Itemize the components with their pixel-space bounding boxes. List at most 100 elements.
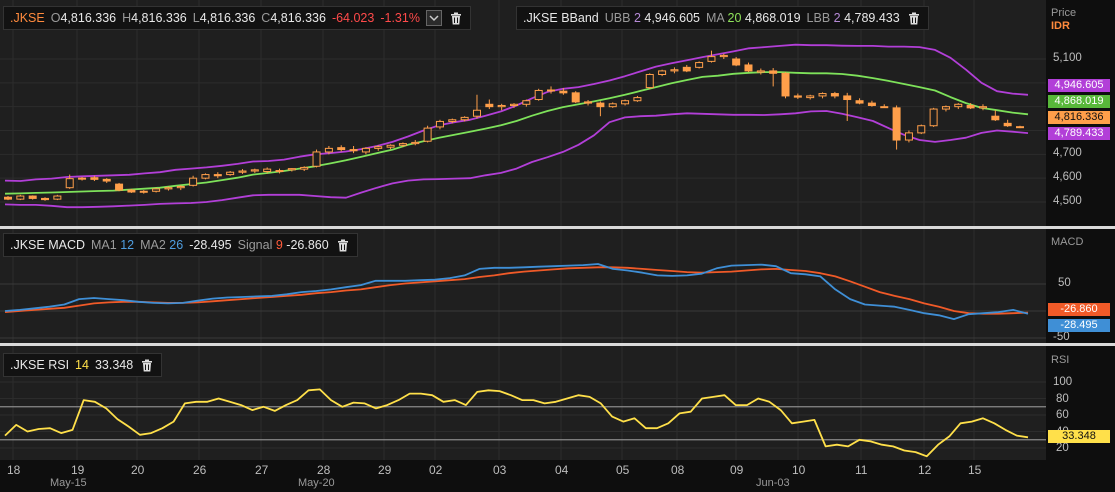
rsi-tick: 80 [1056, 393, 1069, 405]
candle-body [510, 103, 518, 106]
candle-body [571, 92, 580, 103]
symbol-label: .JKSE [10, 11, 45, 25]
candle-body [53, 195, 62, 200]
x-tick: 02 [429, 463, 443, 477]
ubb-tag: 4,946.605 [1048, 79, 1110, 92]
candle-body [645, 73, 654, 89]
candle-body [917, 125, 926, 134]
macd-axis-title: MACD [1051, 236, 1084, 248]
rsi-legend: .JKSE RSI 14 33.348 [3, 353, 163, 377]
candle-body [349, 149, 358, 152]
candle-body [164, 187, 173, 190]
trash-icon[interactable] [906, 10, 922, 26]
candle-body [559, 90, 568, 94]
candle-body [892, 107, 901, 141]
signal-tag: -26.860 [1048, 303, 1110, 316]
candle-body [769, 70, 778, 74]
candle-body [855, 100, 864, 104]
rsi-tag: 33.348 [1048, 430, 1110, 443]
rsi-symbol-label: .JKSE RSI [10, 358, 70, 372]
price-tick: 4,500 [1053, 195, 1082, 207]
candle-body [238, 170, 247, 173]
signal-line [4, 266, 1029, 315]
candle-body [411, 141, 420, 145]
x-tick: 04 [555, 463, 569, 477]
price-tick: 4,600 [1053, 171, 1082, 183]
candle-body [78, 177, 87, 180]
candle-body [904, 132, 913, 141]
candle-body [818, 93, 827, 97]
candle-body [682, 66, 691, 72]
candle-body [263, 168, 272, 172]
candle-body [978, 106, 987, 109]
candle-body [670, 69, 679, 72]
high-value: 4,816.336 [131, 11, 187, 25]
candle-body [65, 178, 74, 189]
bband-legend: .JKSE BBand UBB 2 4,946.605 MA 20 4,868.… [516, 6, 929, 30]
candle-body [115, 183, 124, 191]
ubb-value: 4,946.605 [644, 11, 700, 25]
candle-body [732, 58, 741, 66]
candle-body [1016, 126, 1024, 129]
trash-icon[interactable] [335, 237, 351, 253]
candle-body [781, 72, 790, 97]
ma-period: 20 [727, 11, 742, 25]
lbb-value: 4,789.433 [844, 11, 900, 25]
x-tick: 19 [71, 463, 85, 477]
candle-body [448, 119, 457, 122]
ma-tag: 4,868.019 [1048, 95, 1110, 108]
chevron-down-icon[interactable] [425, 10, 442, 26]
candle-body [695, 62, 704, 68]
candle-body [361, 147, 370, 153]
macd-tick: -50 [1053, 331, 1070, 343]
ma1-value: 12 [120, 238, 135, 252]
candle-body [719, 54, 728, 58]
candle-body [472, 109, 481, 117]
candle-body [90, 177, 99, 180]
candle-body [275, 170, 284, 173]
lbb-line [4, 110, 1029, 209]
candle-body [460, 116, 469, 121]
x-month: Jun-03 [756, 477, 790, 489]
macd-tag: -28.495 [1048, 319, 1110, 332]
ma2-value: 26 [169, 238, 184, 252]
candle-body [423, 127, 432, 142]
candle-body [1003, 122, 1012, 127]
candle-body [707, 56, 716, 62]
candle-body [830, 93, 839, 97]
candle-body [806, 95, 815, 99]
candle-body [880, 106, 889, 109]
x-tick: 27 [255, 463, 269, 477]
x-tick: 08 [671, 463, 685, 477]
candle-body [596, 102, 605, 108]
ma-line [4, 71, 1029, 195]
candle-body [102, 178, 111, 182]
close-value: 4,816.336 [270, 11, 326, 25]
x-month: May-15 [50, 477, 87, 489]
bband-symbol-label: .JKSE BBand [523, 11, 599, 25]
low-value: 4,816.336 [199, 11, 256, 25]
price-tick: 4,700 [1053, 147, 1082, 159]
trash-icon[interactable] [139, 357, 155, 373]
candle-body [658, 70, 667, 75]
x-tick: 11 [855, 463, 868, 477]
change-pct-value: -1.31% [380, 11, 420, 25]
candle-body [621, 100, 630, 105]
low-label: L [192, 11, 200, 25]
ubb-period: 2 [633, 11, 641, 25]
ohlc-legend: .JKSE O4,816.336 H4,816.336 L4,816.336 C… [3, 6, 471, 30]
candle-body [374, 146, 383, 149]
x-tick: 18 [7, 463, 21, 477]
candle-body [337, 147, 346, 151]
rsi-period: 14 [75, 358, 89, 372]
signal-label: Signal [237, 238, 273, 252]
x-tick: 20 [131, 463, 145, 477]
trash-icon[interactable] [448, 10, 464, 26]
candle-body [522, 100, 531, 105]
candle-body [534, 89, 543, 101]
candle-body [386, 144, 395, 148]
candle-body [398, 143, 407, 146]
signal-value: -26.860 [286, 238, 329, 252]
x-tick: 03 [493, 463, 507, 477]
candle-body [584, 101, 593, 104]
